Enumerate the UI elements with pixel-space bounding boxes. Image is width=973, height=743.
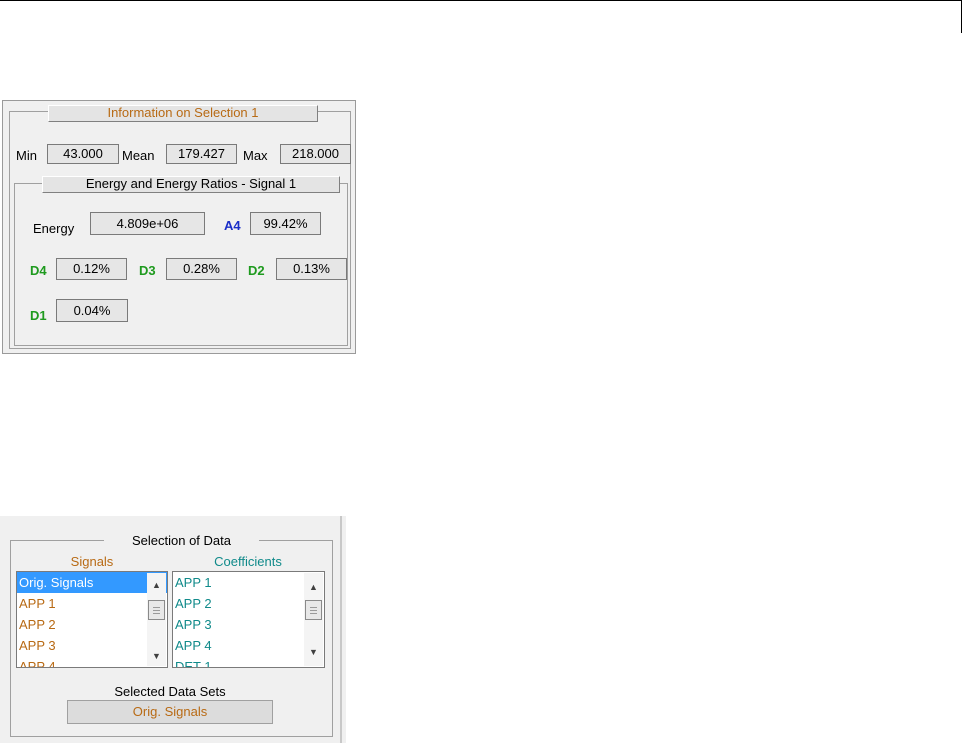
list-item[interactable]: APP 4 (173, 635, 324, 656)
mean-label: Mean (122, 148, 155, 163)
d3-value: 0.28% (166, 258, 237, 280)
a4-label: A4 (224, 218, 241, 233)
list-item[interactable]: Orig. Signals (17, 572, 167, 593)
scroll-down-icon[interactable]: ▼ (147, 648, 166, 664)
d4-label: D4 (30, 263, 47, 278)
selected-data-sets-value: Orig. Signals (67, 700, 273, 724)
d2-label: D2 (248, 263, 265, 278)
top-rule-tick (961, 0, 962, 33)
list-item[interactable]: APP 3 (17, 635, 167, 656)
list-item[interactable]: APP 2 (17, 614, 167, 635)
min-value: 43.000 (47, 144, 119, 164)
selected-data-sets-label: Selected Data Sets (114, 684, 226, 699)
max-value: 218.000 (280, 144, 351, 164)
signals-scrollbar[interactable]: ▲ ▼ (147, 573, 166, 666)
d2-value: 0.13% (276, 258, 347, 280)
scroll-thumb[interactable] (148, 600, 165, 620)
signals-header: Signals (70, 554, 114, 569)
list-item[interactable]: APP 2 (173, 593, 324, 614)
scroll-up-icon[interactable]: ▲ (147, 577, 166, 593)
coefficients-header: Coefficients (214, 554, 282, 569)
signals-listbox[interactable]: Orig. Signals APP 1 APP 2 APP 3 APP 4 ▲ … (16, 571, 168, 668)
d1-value: 0.04% (56, 299, 128, 322)
energy-title: Energy and Energy Ratios - Signal 1 (42, 176, 340, 193)
list-item[interactable]: DET 1 (173, 656, 324, 667)
max-label: Max (243, 148, 268, 163)
list-item[interactable]: APP 3 (173, 614, 324, 635)
coefficients-listbox[interactable]: APP 1 APP 2 APP 3 APP 4 DET 1 ▲ ▼ (172, 571, 325, 668)
d1-label: D1 (30, 308, 47, 323)
list-item[interactable]: APP 1 (173, 572, 324, 593)
energy-label: Energy (33, 221, 75, 236)
selection-panel-edge (340, 516, 342, 743)
min-label: Min (16, 148, 37, 163)
list-item[interactable]: APP 4 (17, 656, 167, 667)
mean-value: 179.427 (166, 144, 237, 164)
d4-value: 0.12% (56, 258, 127, 280)
coefficients-scrollbar[interactable]: ▲ ▼ (304, 573, 323, 666)
d3-label: D3 (139, 263, 156, 278)
scroll-up-icon[interactable]: ▲ (304, 579, 323, 595)
energy-value: 4.809e+06 (90, 212, 205, 235)
selection-title: Selection of Data (104, 533, 259, 549)
list-item[interactable]: APP 1 (17, 593, 167, 614)
scroll-thumb[interactable] (305, 600, 322, 620)
a4-value: 99.42% (250, 212, 321, 235)
information-title: Information on Selection 1 (48, 105, 318, 122)
top-rule (0, 0, 962, 1)
scroll-down-icon[interactable]: ▼ (304, 644, 323, 660)
